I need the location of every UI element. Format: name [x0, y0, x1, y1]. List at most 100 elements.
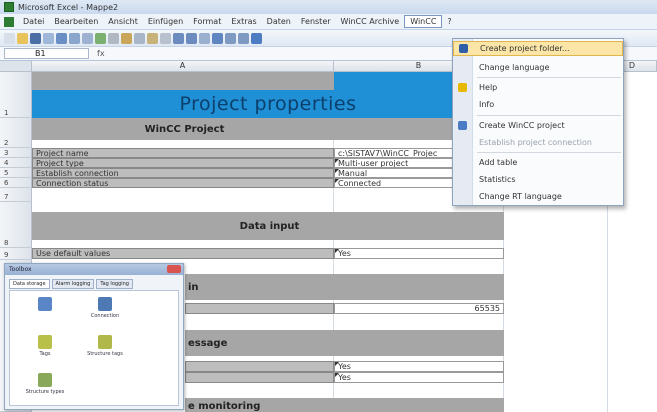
menu-item-change-language[interactable]: Change language [453, 60, 623, 75]
menu-item-create-project-folder[interactable]: Create project folder... [453, 41, 623, 56]
menu-ansicht[interactable]: Ansicht [103, 16, 143, 27]
prop-label-project-type[interactable]: Project type [32, 158, 334, 168]
use-default-values-value[interactable]: Yes [334, 248, 504, 259]
toolbox-item-label: Structure types [25, 389, 65, 395]
menu-item-label: Establish project connection [479, 138, 592, 147]
menu-item-change-rt-language[interactable]: Change RT language [453, 189, 623, 204]
column-header-a[interactable]: A [32, 61, 334, 72]
menu-item-label: Create project folder... [480, 44, 570, 53]
redo-icon[interactable] [186, 32, 197, 44]
name-box[interactable]: B1 [4, 48, 89, 59]
print-icon[interactable] [69, 32, 80, 44]
menu-item-help[interactable]: Help [453, 80, 623, 95]
menu-item-info[interactable]: Info [453, 97, 623, 112]
paste-icon[interactable] [147, 32, 158, 44]
menu-item-establish-project-connection[interactable]: Establish project connection [453, 135, 623, 150]
partial-label-b2[interactable] [185, 372, 334, 383]
tab-alarm-logging[interactable]: Alarm logging [51, 279, 95, 289]
row-header-4[interactable]: 4 [0, 158, 32, 168]
print-preview-icon[interactable] [82, 32, 93, 44]
menu-item-statistics[interactable]: Statistics [453, 172, 623, 187]
select-all-corner[interactable] [0, 61, 32, 72]
partial-label-a[interactable] [185, 303, 334, 314]
menu-format[interactable]: Format [188, 16, 226, 27]
toolbox-body: Connection Tags Structure tags Structure… [9, 290, 179, 406]
toolbox-item-server[interactable] [20, 297, 70, 313]
menu-bar: Datei Bearbeiten Ansicht Einfügen Format… [0, 14, 657, 30]
menu-item-create-wincc-project[interactable]: Create WinCC project [453, 118, 623, 133]
tags-icon [38, 335, 52, 349]
partial-value-b2[interactable]: Yes [334, 372, 504, 383]
toolbox-item-tags[interactable]: Tags [20, 335, 70, 357]
copy-icon[interactable] [134, 32, 145, 44]
menu-wincc-archive[interactable]: WinCC Archive [336, 16, 405, 27]
partial-label-b1[interactable] [185, 361, 334, 372]
workbook-icon [4, 16, 14, 27]
prop-label-establish-connection[interactable]: Establish connection [32, 168, 334, 178]
spelling-icon[interactable] [95, 32, 106, 44]
menu-datei[interactable]: Datei [18, 16, 49, 27]
menu-daten[interactable]: Daten [262, 16, 296, 27]
hyperlink-icon[interactable] [199, 32, 210, 44]
row-header-1[interactable]: 1 [0, 72, 32, 118]
row-header-2[interactable]: 2 [0, 118, 32, 148]
menu-bearbeiten[interactable]: Bearbeiten [49, 16, 103, 27]
menu-item-add-table[interactable]: Add table [453, 155, 623, 170]
mail-icon[interactable] [56, 32, 67, 44]
menu-separator [477, 77, 621, 78]
toolbox-item-structure-tags[interactable]: Structure tags [80, 335, 130, 357]
toolbox-item-label: Structure tags [87, 351, 123, 357]
window-title: Microsoft Excel - Mappe2 [18, 2, 119, 12]
research-icon[interactable] [108, 32, 119, 44]
permission-icon[interactable] [43, 32, 54, 44]
data-input-header[interactable]: Data input [32, 212, 504, 240]
prop-label-connection-status[interactable]: Connection status [32, 178, 334, 188]
menu-wincc[interactable]: WinCC [404, 15, 443, 28]
autosum-icon[interactable] [212, 32, 223, 44]
row-header-7[interactable]: 7 [0, 188, 32, 202]
toolbox-item-label: Connection [90, 313, 120, 319]
section-header-partial-c[interactable]: e monitoring [185, 398, 504, 412]
row-header-5[interactable]: 5 [0, 168, 32, 178]
undo-icon[interactable] [173, 32, 184, 44]
row-header-8[interactable]: 8 [0, 202, 32, 248]
section-header-partial-a[interactable]: in [185, 274, 504, 300]
sort-desc-icon[interactable] [238, 32, 249, 44]
partial-value-b1[interactable]: Yes [334, 361, 504, 372]
toolbox-title-bar[interactable]: Toolbox [5, 264, 183, 275]
section-header-partial-b[interactable]: essage [185, 330, 504, 356]
toolbox-item-label: Tags [39, 351, 51, 357]
format-painter-icon[interactable] [160, 32, 171, 44]
chart-wizard-icon[interactable] [251, 32, 262, 44]
menu-einfuegen[interactable]: Einfügen [143, 16, 188, 27]
row-header-6[interactable]: 6 [0, 178, 32, 188]
row-header-3[interactable]: 3 [0, 148, 32, 158]
toolbox-panel[interactable]: Toolbox Data storage Alarm logging Tag l… [4, 263, 184, 410]
open-icon[interactable] [17, 32, 28, 44]
close-icon[interactable] [167, 265, 181, 273]
menu-item-label: Statistics [479, 175, 516, 184]
project-properties-title[interactable]: Project properties [32, 90, 504, 118]
use-default-values-label[interactable]: Use default values [32, 248, 334, 259]
cut-icon[interactable] [121, 32, 132, 44]
toolbox-tabs: Data storage Alarm logging Tag logging [5, 275, 183, 289]
menu-fenster[interactable]: Fenster [296, 16, 336, 27]
tab-tag-logging[interactable]: Tag logging [96, 279, 133, 289]
save-icon[interactable] [30, 32, 41, 44]
partial-value-a[interactable]: 65535 [334, 303, 504, 314]
menu-extras[interactable]: Extras [226, 16, 261, 27]
fx-label[interactable]: fx [97, 49, 105, 58]
row-header-9[interactable]: 9 [0, 248, 32, 260]
toolbox-item-structure-types[interactable]: Structure types [20, 373, 70, 395]
prop-label-project-name[interactable]: Project name [32, 148, 334, 158]
tab-data-storage[interactable]: Data storage [9, 279, 50, 289]
title-cell-a-top[interactable] [32, 72, 334, 90]
sort-asc-icon[interactable] [225, 32, 236, 44]
menu-help[interactable]: ? [442, 16, 456, 27]
menu-separator [477, 115, 621, 116]
wincc-project-header[interactable]: WinCC Project [32, 118, 334, 140]
toolbox-item-connection[interactable]: Connection [80, 297, 130, 319]
new-icon[interactable] [4, 32, 15, 44]
menu-item-label: Create WinCC project [479, 121, 565, 130]
menu-item-label: Info [479, 100, 495, 109]
